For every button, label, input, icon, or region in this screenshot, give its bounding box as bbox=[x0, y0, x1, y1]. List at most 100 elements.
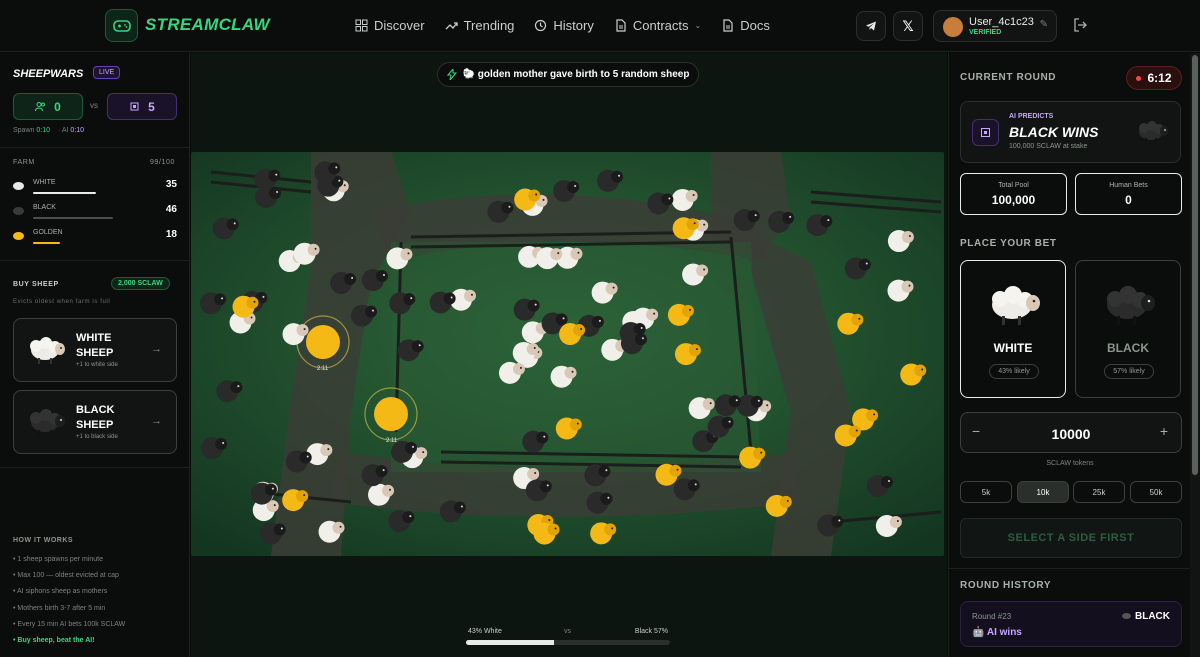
human-count: 0 bbox=[13, 93, 83, 120]
stake-text: 100,000 SCLAW at stake bbox=[1009, 143, 1088, 150]
ratio-fill bbox=[466, 640, 554, 645]
white-sheep-icon bbox=[13, 182, 24, 190]
how-item: • AI siphons sheep as mothers bbox=[13, 588, 108, 595]
sheep-farm-field[interactable]: 2:11 2:11 bbox=[191, 152, 944, 556]
black-sheep-icon bbox=[1107, 286, 1155, 325]
nav-trending[interactable]: Trending bbox=[445, 18, 514, 33]
right-panel: CURRENT ROUND 6:12 AI PREDICTS BLACK WIN… bbox=[948, 53, 1191, 657]
farm-bar bbox=[33, 242, 60, 244]
bet-amount-value[interactable]: 10000 bbox=[961, 426, 1181, 442]
round-history-title: ROUND HISTORY bbox=[960, 580, 1052, 591]
event-toast-text: 🐑 golden mother gave birth to 5 random s… bbox=[462, 69, 690, 80]
chip-25k[interactable]: 25k bbox=[1073, 481, 1125, 503]
game-title: SHEEPWARS bbox=[13, 68, 84, 80]
meter-vs: vs bbox=[564, 628, 571, 635]
white-pct: 43% White bbox=[468, 628, 502, 635]
round-timer-value: 6:12 bbox=[1147, 71, 1172, 85]
lightning-icon bbox=[446, 69, 457, 80]
increment-button[interactable]: + bbox=[1160, 423, 1168, 439]
card-title: BLACK SHEEP bbox=[76, 404, 115, 431]
human-bets-value: 0 bbox=[1125, 193, 1132, 207]
top-bar: STREAMCLAW Discover Trending History Con… bbox=[0, 0, 1200, 52]
black-sheep-icon bbox=[1139, 121, 1168, 144]
farm-bar bbox=[33, 217, 113, 219]
round-timer: 6:12 bbox=[1126, 66, 1182, 90]
scrollbar[interactable] bbox=[1190, 53, 1200, 657]
buy-sheep-label: BUY SHEEP bbox=[13, 281, 59, 288]
spawn-timers: Spawn 0:10 · AI 0:10 bbox=[13, 127, 84, 134]
card-subtitle: +1 to white side bbox=[76, 362, 118, 368]
total-pool-value: 100,000 bbox=[991, 193, 1036, 207]
chip-icon bbox=[130, 102, 139, 111]
white-sheep-icon bbox=[992, 286, 1040, 325]
bet-black-button[interactable]: BLACK 57% likely bbox=[1075, 260, 1181, 398]
how-item-cta: • Buy sheep, beat the AI! bbox=[13, 637, 95, 644]
golden-mother-sheep[interactable] bbox=[374, 397, 408, 431]
vs-label: vs bbox=[90, 101, 98, 110]
user-menu[interactable]: User_4c1c23 VERIFIED ✎ bbox=[933, 10, 1057, 42]
place-bet-title: PLACE YOUR BET bbox=[960, 238, 1057, 249]
farm-name: WHITE bbox=[33, 179, 56, 186]
ai-count: 5 bbox=[107, 93, 177, 120]
tokens-label: SCLAW tokens bbox=[1046, 460, 1094, 467]
farm-name: GOLDEN bbox=[33, 229, 63, 236]
card-title: WHITE SHEEP bbox=[76, 332, 114, 359]
x-logo-icon: 𝕏 bbox=[902, 17, 914, 34]
black-sheep-icon bbox=[13, 207, 24, 215]
chip-10k[interactable]: 10k bbox=[1017, 481, 1069, 503]
farm-row-white: WHITE 35 bbox=[13, 179, 177, 199]
telegram-button[interactable] bbox=[856, 11, 886, 41]
golden-mother-sheep[interactable] bbox=[306, 325, 340, 359]
farm-bar bbox=[33, 192, 96, 194]
ai-prediction-card: AI PREDICTS BLACK WINS 100,000 SCLAW at … bbox=[960, 101, 1181, 163]
farm-label: FARM bbox=[13, 159, 35, 166]
logout-icon[interactable] bbox=[1073, 18, 1087, 37]
round-winner: 🤖 AI wins bbox=[972, 627, 1022, 638]
trend-icon bbox=[445, 22, 458, 30]
place-bet-button[interactable]: SELECT A SIDE FIRST bbox=[960, 518, 1182, 558]
buy-white-sheep-button[interactable]: WHITE SHEEP +1 to white side → bbox=[13, 318, 177, 382]
total-pool: Total Pool 100,000 bbox=[960, 173, 1067, 215]
grid-icon bbox=[355, 19, 368, 32]
bet-amount-stepper[interactable]: − 10000 + bbox=[960, 412, 1182, 453]
round-history-item[interactable]: Round #23 🤖 AI wins BLACK bbox=[960, 601, 1182, 647]
nav-discover[interactable]: Discover bbox=[355, 18, 425, 33]
how-item: • Max 100 — oldest evicted at cap bbox=[13, 572, 119, 579]
spawn-label: Spawn bbox=[13, 127, 35, 134]
farm-row-golden: GOLDEN 18 bbox=[13, 229, 177, 249]
main-nav: Discover Trending History Contracts ⌄ Do… bbox=[355, 18, 770, 33]
left-panel: SHEEPWARS LIVE 0 vs 5 Spawn 0:10 · AI 0:… bbox=[0, 53, 190, 657]
farm-value: 46 bbox=[165, 204, 177, 215]
buy-note: Evicts oldest when farm is full bbox=[13, 299, 111, 305]
gamepad-logo-icon[interactable] bbox=[105, 9, 138, 42]
bet-white-button[interactable]: WHITE 43% likely bbox=[960, 260, 1066, 398]
ai-label: AI bbox=[61, 127, 69, 134]
black-pct: Black 57% bbox=[634, 628, 668, 635]
nav-docs[interactable]: Docs bbox=[721, 18, 770, 33]
nav-contracts-label: Contracts bbox=[632, 18, 689, 33]
chip-50k[interactable]: 50k bbox=[1130, 481, 1182, 503]
buy-black-sheep-button[interactable]: BLACK SHEEP +1 to black side → bbox=[13, 390, 177, 454]
farm-value: 18 bbox=[165, 229, 177, 240]
bet-white-likely: 43% likely bbox=[989, 364, 1039, 379]
farm-value: 35 bbox=[165, 179, 177, 190]
chip-icon bbox=[972, 119, 999, 146]
chevron-down-icon: ⌄ bbox=[694, 21, 702, 30]
white-sheep-icon bbox=[30, 337, 65, 364]
users-icon bbox=[35, 102, 46, 112]
scrollbar-thumb[interactable] bbox=[1192, 55, 1198, 475]
chip-5k[interactable]: 5k bbox=[960, 481, 1012, 503]
black-sheep-icon bbox=[30, 409, 65, 436]
edit-icon[interactable]: ✎ bbox=[1040, 19, 1048, 30]
username: User_4c1c23 bbox=[969, 16, 1034, 28]
nav-contracts[interactable]: Contracts ⌄ bbox=[614, 18, 701, 33]
farm-row-black: BLACK 46 bbox=[13, 204, 177, 224]
x-button[interactable]: 𝕏 bbox=[893, 11, 923, 41]
current-round-title: CURRENT ROUND bbox=[960, 72, 1057, 83]
round-side: BLACK bbox=[1122, 611, 1170, 622]
bet-black-label: BLACK bbox=[1107, 341, 1149, 355]
brand-name[interactable]: STREAMCLAW bbox=[145, 15, 270, 35]
ai-predicts-label: AI PREDICTS bbox=[1009, 113, 1054, 120]
nav-history[interactable]: History bbox=[534, 18, 594, 33]
black-sheep-icon bbox=[1122, 613, 1131, 619]
